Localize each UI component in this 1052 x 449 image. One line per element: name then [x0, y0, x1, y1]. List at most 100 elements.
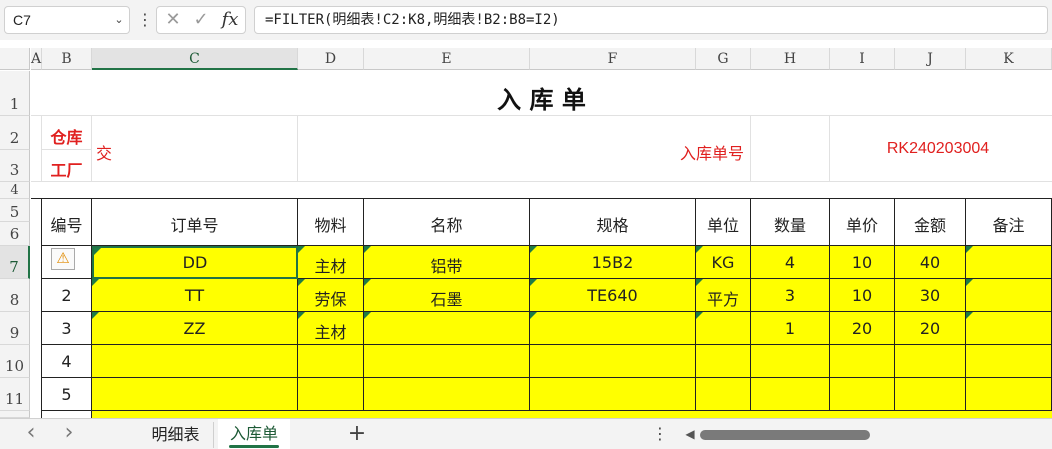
table-cell[interactable]: 石墨 [364, 279, 530, 312]
header-remark[interactable]: 备注 [966, 199, 1052, 246]
col-header-c[interactable]: C [92, 48, 298, 70]
table-cell[interactable] [92, 378, 298, 411]
table-cell[interactable] [895, 345, 966, 378]
table-cell-selected[interactable]: DD [92, 246, 298, 279]
col-header-h[interactable]: H [751, 48, 830, 70]
col-header-j[interactable]: J [895, 48, 966, 70]
table-cell[interactable] [966, 279, 1052, 312]
table-cell[interactable]: 2 [42, 279, 92, 312]
more-options-icon[interactable]: ⋮ [137, 6, 153, 34]
row-header-4[interactable]: 4 [0, 182, 30, 199]
table-cell[interactable]: 3 [751, 279, 830, 312]
table-cell[interactable]: 平方 [696, 279, 751, 312]
table-cell[interactable] [42, 411, 92, 418]
header-amount[interactable]: 金额 [895, 199, 966, 246]
header-unit[interactable]: 单位 [696, 199, 751, 246]
table-cell[interactable]: 主材 [298, 246, 364, 279]
cell-h2[interactable] [751, 116, 830, 182]
col-header-e[interactable]: E [364, 48, 530, 70]
cell-b2[interactable]: 仓库 [42, 116, 92, 150]
table-cell[interactable]: 20 [830, 312, 895, 345]
select-all-corner[interactable] [0, 48, 30, 70]
col-header-g[interactable]: G [696, 48, 751, 70]
table-cell[interactable] [696, 378, 751, 411]
row-header-2[interactable]: 2 [0, 116, 30, 150]
table-cell[interactable] [92, 345, 298, 378]
confirm-icon[interactable]: ✓ [188, 6, 214, 34]
table-cell[interactable]: 4 [751, 246, 830, 279]
col-header-f[interactable]: F [530, 48, 696, 70]
function-icon[interactable]: fx [216, 6, 244, 34]
table-cell[interactable] [696, 312, 751, 345]
cancel-icon[interactable]: ✕ [160, 6, 186, 34]
table-cell[interactable]: 主材 [298, 312, 364, 345]
table-cell[interactable]: 劳保 [298, 279, 364, 312]
table-cell[interactable]: 40 [895, 246, 966, 279]
table-cell[interactable] [92, 411, 1052, 418]
table-cell[interactable]: 铝带 [364, 246, 530, 279]
table-cell[interactable]: 5 [42, 378, 92, 411]
header-price[interactable]: 单价 [830, 199, 895, 246]
row-header-5[interactable]: 5 [0, 199, 30, 222]
table-cell[interactable] [530, 345, 696, 378]
header-name[interactable]: 名称 [364, 199, 530, 246]
col-header-k[interactable]: K [966, 48, 1052, 70]
row-header-10[interactable]: 10 [0, 345, 30, 378]
table-cell[interactable] [966, 246, 1052, 279]
row-header-11[interactable]: 11 [0, 378, 30, 411]
table-cell[interactable] [830, 345, 895, 378]
table-cell[interactable] [966, 312, 1052, 345]
table-cell[interactable] [298, 345, 364, 378]
table-cell[interactable] [966, 378, 1052, 411]
table-cell[interactable]: TT [92, 279, 298, 312]
table-cell[interactable] [530, 378, 696, 411]
table-cell[interactable] [966, 345, 1052, 378]
table-cell[interactable]: 10 [830, 279, 895, 312]
header-spec[interactable]: 规格 [530, 199, 696, 246]
table-cell[interactable]: 4 [42, 345, 92, 378]
row-header-8[interactable]: 8 [0, 279, 30, 312]
header-id[interactable]: 编号 [42, 199, 92, 246]
row-header-9[interactable]: 9 [0, 312, 30, 345]
table-cell[interactable] [298, 378, 364, 411]
header-order[interactable]: 订单号 [92, 199, 298, 246]
row-header-7[interactable]: 7 [0, 246, 30, 279]
row-header-12[interactable] [0, 411, 30, 418]
table-cell[interactable]: TE640 [530, 279, 696, 312]
prev-sheet-icon[interactable]: ‹ [20, 419, 42, 449]
cell-a2[interactable] [31, 116, 42, 182]
cell-c2[interactable]: 交 [92, 116, 298, 182]
more-sheets-icon[interactable]: ⋮ [652, 419, 668, 449]
table-cell[interactable] [696, 345, 751, 378]
row-header-6[interactable]: 6 [0, 222, 30, 246]
table-cell[interactable] [364, 312, 530, 345]
table-cell[interactable] [364, 345, 530, 378]
table-cell[interactable] [364, 378, 530, 411]
next-sheet-icon[interactable]: › [58, 419, 80, 449]
row-header-3[interactable]: 3 [0, 150, 30, 182]
sheet-tab-detail[interactable]: 明细表 [138, 422, 214, 448]
table-cell[interactable]: KG [696, 246, 751, 279]
title-cell[interactable]: 入 库 单 [31, 71, 1052, 116]
warning-button[interactable]: ⚠ [51, 248, 75, 270]
cell-d2[interactable]: 入库单号 [298, 116, 751, 182]
cell-i2[interactable]: RK240203004 [830, 116, 1052, 182]
formula-input[interactable]: =FILTER(明细表!C2:K8,明细表!B2:B8=I2) [254, 6, 1048, 34]
header-material[interactable]: 物料 [298, 199, 364, 246]
table-cell[interactable]: 30 [895, 279, 966, 312]
col-header-a[interactable]: A [31, 48, 42, 70]
table-cell[interactable]: ⚠ [42, 246, 92, 279]
table-cell[interactable]: 3 [42, 312, 92, 345]
table-cell[interactable]: 20 [895, 312, 966, 345]
table-cell[interactable] [751, 345, 830, 378]
table-cell[interactable]: 10 [830, 246, 895, 279]
horizontal-scrollbar-thumb[interactable] [700, 430, 870, 440]
col-header-i[interactable]: I [830, 48, 895, 70]
col-header-d[interactable]: D [298, 48, 364, 70]
table-cell[interactable] [530, 312, 696, 345]
col-header-b[interactable]: B [42, 48, 92, 70]
add-sheet-icon[interactable]: + [344, 419, 370, 449]
cell-b3[interactable]: 工厂 [42, 150, 92, 182]
table-cell[interactable]: 15B2 [530, 246, 696, 279]
scroll-left-icon[interactable]: ◀ [682, 419, 698, 449]
